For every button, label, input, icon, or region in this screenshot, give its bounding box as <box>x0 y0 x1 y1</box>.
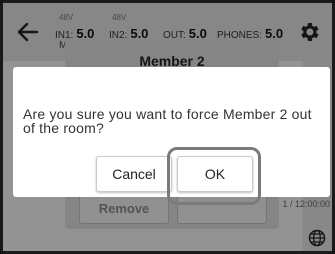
ok-highlight-ring <box>167 147 261 205</box>
cancel-button[interactable]: Cancel <box>96 156 172 192</box>
dialog-message: Are you sure you want to force Member 2 … <box>23 106 312 136</box>
